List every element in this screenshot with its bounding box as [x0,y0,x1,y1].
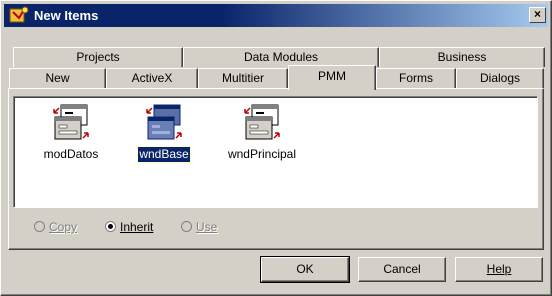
form-template-icon [244,104,280,140]
delphi-app-icon [9,6,29,23]
ok-button[interactable]: OK [260,256,350,283]
tab-pmm[interactable]: PMM [288,65,376,90]
help-button[interactable]: Help [455,257,543,282]
radio-indicator [34,221,45,232]
list-item-wndbase[interactable]: wndBase [122,103,206,163]
tab-label: ActiveX [131,71,173,85]
tab-label: Business [437,50,487,64]
item-label: modDatos [43,147,99,161]
tab-data-modules[interactable]: Data Modules [183,47,379,67]
tab-activex[interactable]: ActiveX [106,68,198,88]
tab-label: Dialogs [479,71,521,85]
tab-forms[interactable]: Forms [376,68,456,88]
tab-multitier[interactable]: Multitier [198,68,288,88]
list-item-moddatos[interactable]: modDatos [29,103,113,162]
tab-label: Multitier [221,71,264,85]
copy-label: Copy [49,220,78,234]
tab-business[interactable]: Business [379,47,545,67]
title-bar[interactable]: New Items × [4,4,548,27]
use-radio[interactable]: Use [181,219,217,235]
use-label: Use [196,220,218,234]
inherit-radio[interactable]: Inherit [105,219,153,235]
form-template-icon [146,104,182,140]
item-label: wndBase [137,146,191,163]
tab-label: PMM [318,69,346,83]
items-list[interactable]: modDatos wndBase wndPrincipal [13,96,538,208]
form-template-icon [53,104,89,140]
cancel-button[interactable]: Cancel [358,257,446,282]
close-button[interactable]: × [529,7,546,23]
tab-label: Data Modules [243,50,319,64]
help-label: Help [486,262,512,276]
window-title: New Items [34,8,99,23]
copy-radio[interactable]: Copy [34,219,77,235]
inherit-label: Inherit [120,220,154,234]
tab-dialogs[interactable]: Dialogs [456,68,544,88]
tab-label: Forms [399,71,433,85]
item-label: wndPrincipal [227,147,297,161]
tab-new[interactable]: New [9,68,106,88]
tab-projects[interactable]: Projects [13,47,183,67]
radio-indicator [105,221,116,232]
radio-indicator [181,221,192,232]
tab-label: Projects [76,50,120,64]
list-item-wndprincipal[interactable]: wndPrincipal [220,103,304,162]
tab-label: New [45,71,70,85]
